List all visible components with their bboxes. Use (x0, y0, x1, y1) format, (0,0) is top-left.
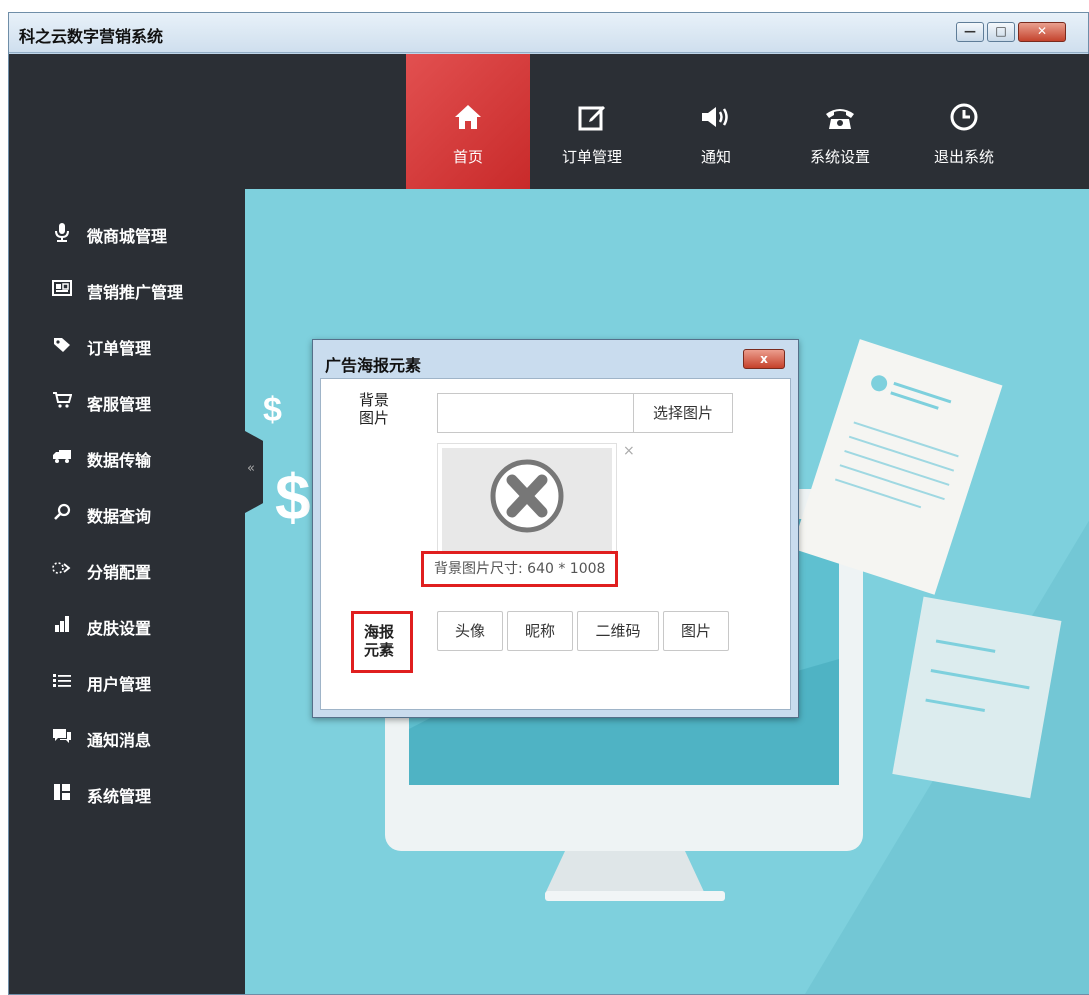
layout-icon (51, 781, 73, 803)
sidebar-label: 用户管理 (87, 675, 152, 694)
chevron-double-left-icon: « (247, 461, 255, 476)
minimize-icon: — (964, 24, 976, 38)
bg-image-label: 背景 图片 (359, 391, 389, 427)
nav-label: 订单管理 (561, 148, 622, 166)
add-nickname-button[interactable]: 昵称 (507, 611, 573, 651)
sidebar-item-orders[interactable]: 订单管理 (9, 317, 245, 373)
nav-label: 通知 (700, 148, 731, 166)
preview-placeholder (442, 448, 612, 552)
sidebar-item-marketing[interactable]: 营销推广管理 (9, 261, 245, 317)
title-bar: 科之云数字营销系统 — □ ✕ (9, 13, 1088, 53)
home-icon (406, 100, 530, 134)
sidebar-item-mall[interactable]: 微商城管理 (9, 205, 245, 261)
add-qrcode-button[interactable]: 二维码 (577, 611, 659, 651)
sidebar-item-system[interactable]: 系统管理 (9, 765, 245, 821)
edit-icon (530, 100, 654, 134)
sidebar-item-messages[interactable]: 通知消息 (9, 709, 245, 765)
sidebar-label: 数据查询 (87, 507, 152, 526)
list-icon (51, 669, 73, 691)
speaker-icon (654, 100, 778, 134)
sidebar-item-query[interactable]: 数据查询 (9, 485, 245, 541)
sidebar-item-service[interactable]: 客服管理 (9, 373, 245, 429)
window-title: 科之云数字营销系统 (19, 27, 164, 46)
nav-notice[interactable]: 通知 (654, 54, 778, 189)
svg-text:$: $ (275, 461, 311, 533)
bg-image-label-line2: 图片 (359, 409, 390, 427)
broken-image-icon (490, 459, 564, 533)
nav-label: 系统设置 (809, 148, 870, 166)
sidebar-label: 客服管理 (87, 395, 152, 414)
telephone-icon (778, 100, 902, 134)
sidebar-label: 微商城管理 (87, 227, 168, 246)
minimize-button[interactable]: — (956, 22, 984, 42)
sidebar: 微商城管理 营销推广管理 订单管理 客服管理 数据传输 数据查询 分销配置 皮肤… (9, 189, 245, 994)
maximize-icon: □ (995, 24, 1007, 38)
sidebar-item-users[interactable]: 用户管理 (9, 653, 245, 709)
chat-icon (51, 725, 73, 747)
sidebar-label: 通知消息 (87, 731, 152, 750)
poster-elements-label-text: 海报 元素 (364, 623, 394, 659)
sidebar-item-skin[interactable]: 皮肤设置 (9, 597, 245, 653)
add-avatar-button[interactable]: 头像 (437, 611, 503, 651)
sidebar-label: 系统管理 (87, 787, 152, 806)
cart-icon (51, 389, 73, 411)
dialog-close-button[interactable]: x (743, 349, 785, 369)
close-icon: x (760, 352, 768, 366)
share-icon (51, 557, 73, 579)
poster-elements-dialog: 广告海报元素 x 背景 图片 选择图片 × 背景图片尺寸: 640 * 1008… (312, 339, 799, 718)
nav-label: 首页 (452, 148, 483, 166)
dialog-title: 广告海报元素 (325, 356, 422, 375)
remove-image-button[interactable]: × (623, 443, 635, 459)
sidebar-label: 皮肤设置 (87, 619, 152, 638)
nav-home[interactable]: 首页 (406, 54, 530, 189)
nav-label: 退出系统 (933, 148, 994, 166)
poster-elements-label-line2: 元素 (364, 641, 395, 659)
truck-icon (51, 445, 73, 467)
close-window-button[interactable]: ✕ (1018, 22, 1066, 42)
sidebar-item-distribution[interactable]: 分销配置 (9, 541, 245, 597)
nav-settings[interactable]: 系统设置 (778, 54, 902, 189)
sidebar-collapse-button[interactable]: « (245, 431, 263, 513)
bg-image-path-input[interactable] (437, 393, 633, 433)
clock-icon (902, 100, 1026, 134)
add-image-button[interactable]: 图片 (663, 611, 729, 651)
microphone-icon (51, 221, 73, 243)
dialog-body: 背景 图片 选择图片 × 背景图片尺寸: 640 * 1008 海报 元素 头像… (320, 378, 791, 710)
poster-elements-label: 海报 元素 (351, 611, 413, 673)
bg-image-label-line1: 背景 (359, 391, 390, 409)
tag-icon (51, 333, 73, 355)
sidebar-label: 分销配置 (87, 563, 152, 582)
chart-icon (51, 613, 73, 635)
poster-elements-label-line1: 海报 (364, 623, 395, 641)
nav-logout[interactable]: 退出系统 (902, 54, 1026, 189)
sidebar-item-transfer[interactable]: 数据传输 (9, 429, 245, 485)
top-header: 首页 订单管理 通知 系统设置 退出系统 (9, 54, 1089, 189)
sidebar-label: 数据传输 (87, 451, 152, 470)
bg-image-preview (437, 443, 617, 559)
close-icon: ✕ (1036, 24, 1048, 38)
sidebar-label: 订单管理 (87, 339, 152, 358)
qr-card-icon (51, 277, 73, 299)
svg-text:$: $ (263, 391, 282, 429)
bg-size-note: 背景图片尺寸: 640 * 1008 (421, 551, 619, 587)
maximize-button[interactable]: □ (987, 22, 1015, 42)
sidebar-label: 营销推广管理 (87, 283, 184, 302)
search-icon (51, 501, 73, 523)
nav-orders[interactable]: 订单管理 (530, 54, 654, 189)
choose-image-button[interactable]: 选择图片 (633, 393, 733, 433)
